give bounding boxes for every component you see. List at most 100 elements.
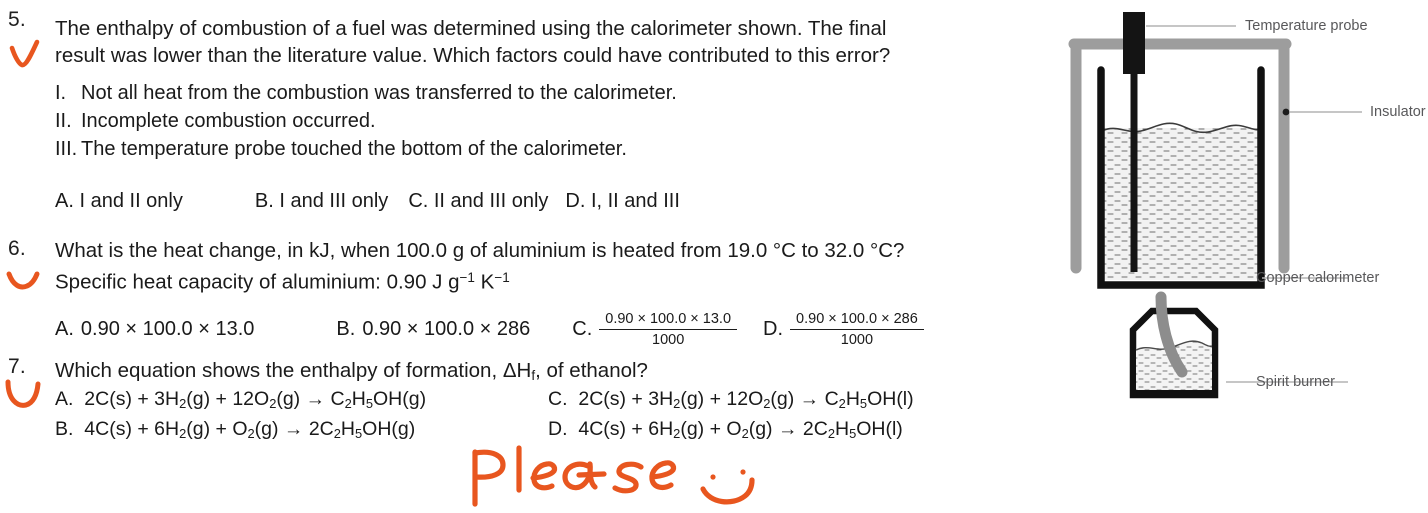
statement-1-label: I. bbox=[55, 82, 67, 104]
statement-2-label: II. bbox=[55, 110, 72, 132]
equation-c-p2: (g) + 12O bbox=[680, 388, 764, 410]
equation-b-p1: 4C(s) + 6H bbox=[84, 418, 180, 440]
equation-c-s4: 5 bbox=[859, 395, 868, 411]
option-6-d-numerator: 0.90 × 100.0 × 286 bbox=[796, 311, 918, 327]
question-7-number: 7. bbox=[8, 355, 26, 378]
label-copper-calorimeter: Copper calorimeter bbox=[1256, 270, 1380, 286]
label-insulator: Insulator bbox=[1370, 104, 1426, 120]
equation-d-p1: 4C(s) + 6H bbox=[578, 418, 674, 440]
equation-a-s4: 5 bbox=[365, 395, 373, 411]
question-6-stem-line-1: What is the heat change, in kJ, when 100… bbox=[55, 239, 905, 262]
option-6-d-denominator: 1000 bbox=[790, 329, 924, 349]
option-5-c-letter: C. bbox=[408, 190, 429, 212]
option-6-c-numerator: 0.90 × 100.0 × 13.0 bbox=[605, 311, 732, 327]
option-6-c-fraction: 0.90 × 100.0 × 13.0 1000 bbox=[599, 310, 738, 349]
shc-sup-1: −1 bbox=[459, 270, 475, 285]
equation-option-c[interactable]: C. 2C(s) + 3H2(g) + 12O2(g) → C2H5OH(l) bbox=[548, 388, 914, 411]
option-6-a-letter: A. bbox=[55, 318, 74, 341]
option-6-c[interactable]: C. 0.90 × 100.0 × 13.0 1000 bbox=[572, 310, 738, 349]
equation-b-p2: (g) + O bbox=[186, 418, 248, 440]
option-6-b-text: 0.90 × 100.0 × 286 bbox=[362, 318, 531, 341]
equation-a-p4: H bbox=[351, 388, 366, 410]
equation-option-a[interactable]: A. 2C(s) + 3H2(g) + 12O2(g) → C2H5OH(g) bbox=[55, 388, 426, 411]
equation-c-s3: 2 bbox=[838, 395, 846, 411]
option-5-c-text: II and III only bbox=[433, 190, 549, 212]
copper-calorimeter-shape bbox=[1097, 66, 1265, 289]
spirit-burner-shape bbox=[1129, 291, 1219, 399]
option-6-d-fraction: 0.90 × 100.0 × 286 1000 bbox=[790, 310, 924, 349]
shc-sup-2: −1 bbox=[494, 270, 510, 285]
handwritten-please-annotation bbox=[472, 445, 755, 507]
question-6-options: A. 0.90 × 100.0 × 13.0 B. 0.90 × 100.0 ×… bbox=[55, 310, 924, 349]
shc-mid: K bbox=[474, 270, 495, 294]
option-6-d[interactable]: D. 0.90 × 100.0 × 286 1000 bbox=[763, 310, 924, 349]
equation-b-s2: 2 bbox=[247, 425, 255, 441]
equation-c-p5: OH(l) bbox=[867, 388, 914, 410]
question-5-statement-3: III. The temperature probe touched the bo… bbox=[55, 136, 627, 163]
equation-b-p3: (g) → 2C bbox=[254, 418, 334, 440]
equation-b-s3: 2 bbox=[333, 425, 341, 441]
question-7-stem-prefix: Which equation shows the enthalpy of for… bbox=[55, 359, 532, 382]
question-5-stem: The enthalpy of combustion of a fuel was… bbox=[55, 15, 1015, 69]
equation-d-p3: (g) → 2C bbox=[748, 418, 828, 440]
equation-d-p5: OH(l) bbox=[856, 418, 903, 440]
option-6-d-letter: D. bbox=[763, 318, 784, 341]
equation-c-letter: C. bbox=[548, 388, 568, 410]
equation-b-letter: B. bbox=[55, 418, 74, 440]
question-6-stem-line-2: Specific heat capacity of aluminium: 0.9… bbox=[55, 264, 1015, 295]
equation-c-p1: 2C(s) + 3H bbox=[578, 388, 674, 410]
option-5-a-letter: A. bbox=[55, 190, 74, 212]
equation-d-s3: 2 bbox=[827, 425, 835, 441]
equation-option-d[interactable]: D. 4C(s) + 6H2(g) + O2(g) → 2C2H5OH(l) bbox=[548, 418, 903, 441]
label-temperature-probe: Temperature probe bbox=[1245, 18, 1368, 34]
question-5-orange-check-icon bbox=[9, 39, 40, 68]
equation-a-p1: 2C(s) + 3H bbox=[84, 388, 180, 410]
option-6-c-letter: C. bbox=[572, 318, 593, 341]
option-5-d-text: I, II and III bbox=[590, 190, 680, 212]
option-6-c-denominator: 1000 bbox=[599, 329, 738, 349]
equation-d-s2: 2 bbox=[741, 425, 749, 441]
option-5-a[interactable]: A. I and II only bbox=[55, 190, 183, 212]
option-6-a-text: 0.90 × 100.0 × 13.0 bbox=[80, 318, 255, 341]
statement-3-text: The temperature probe touched the bottom… bbox=[81, 138, 627, 160]
equation-a-p5: OH(g) bbox=[373, 388, 427, 410]
option-5-b-letter: B. bbox=[254, 190, 274, 212]
option-5-a-text: I and II only bbox=[79, 190, 183, 212]
insulator-anchor-dot bbox=[1282, 108, 1290, 116]
question-7-stem-suffix: , of ethanol? bbox=[535, 359, 648, 382]
question-5-statement-2: II. Incomplete combustion occurred. bbox=[55, 108, 376, 135]
equation-a-p3: (g) → C bbox=[276, 388, 345, 410]
question-7-stem: Which equation shows the enthalpy of for… bbox=[55, 357, 1015, 389]
option-6-a[interactable]: A. 0.90 × 100.0 × 13.0 bbox=[55, 318, 254, 341]
question-5-number: 5. bbox=[8, 8, 26, 31]
option-6-b[interactable]: B. 0.90 × 100.0 × 286 bbox=[336, 318, 530, 341]
equation-a-s3: 2 bbox=[344, 395, 352, 411]
question-5-stem-line-1: The enthalpy of combustion of a fuel was… bbox=[55, 17, 887, 40]
option-5-b-text: I and III only bbox=[279, 190, 389, 212]
equation-b-p5: OH(g) bbox=[362, 418, 416, 440]
option-5-c[interactable]: C. II and III only bbox=[408, 190, 548, 212]
equation-d-p2: (g) + O bbox=[680, 418, 742, 440]
equation-c-p3: (g) → C bbox=[770, 388, 839, 410]
exam-page: 5. The enthalpy of combustion of a fuel … bbox=[0, 0, 1428, 513]
questions-column: 5. The enthalpy of combustion of a fuel … bbox=[0, 0, 1030, 513]
option-5-b[interactable]: B. I and III only bbox=[255, 190, 388, 212]
option-5-d-letter: D. bbox=[565, 190, 586, 212]
calorimeter-diagram-svg bbox=[1068, 12, 1362, 399]
equation-a-letter: A. bbox=[55, 388, 74, 410]
equation-c-p4: H bbox=[845, 388, 860, 410]
question-6-stem: What is the heat change, in kJ, when 100… bbox=[55, 237, 1015, 295]
question-6-orange-curve-icon bbox=[6, 271, 40, 290]
option-5-d[interactable]: D. I, II and III bbox=[565, 190, 680, 212]
statement-2-text: Incomplete combustion occurred. bbox=[81, 110, 376, 132]
option-6-b-letter: B. bbox=[336, 318, 356, 341]
calorimeter-diagram: Temperature probe Insulator Copper calor… bbox=[1030, 0, 1428, 513]
equation-a-p2: (g) + 12O bbox=[186, 388, 270, 410]
equation-b-p4: H bbox=[340, 418, 356, 440]
question-5-statement-1: I. Not all heat from the combustion was t… bbox=[55, 80, 677, 107]
equation-option-b[interactable]: B. 4C(s) + 6H2(g) + O2(g) → 2C2H5OH(g) bbox=[55, 418, 415, 441]
question-6-number: 6. bbox=[8, 237, 26, 260]
label-spirit-burner: Spirit burner bbox=[1256, 374, 1335, 390]
statement-1-text: Not all heat from the combustion was tra… bbox=[81, 82, 677, 104]
equation-d-letter: D. bbox=[548, 418, 568, 440]
